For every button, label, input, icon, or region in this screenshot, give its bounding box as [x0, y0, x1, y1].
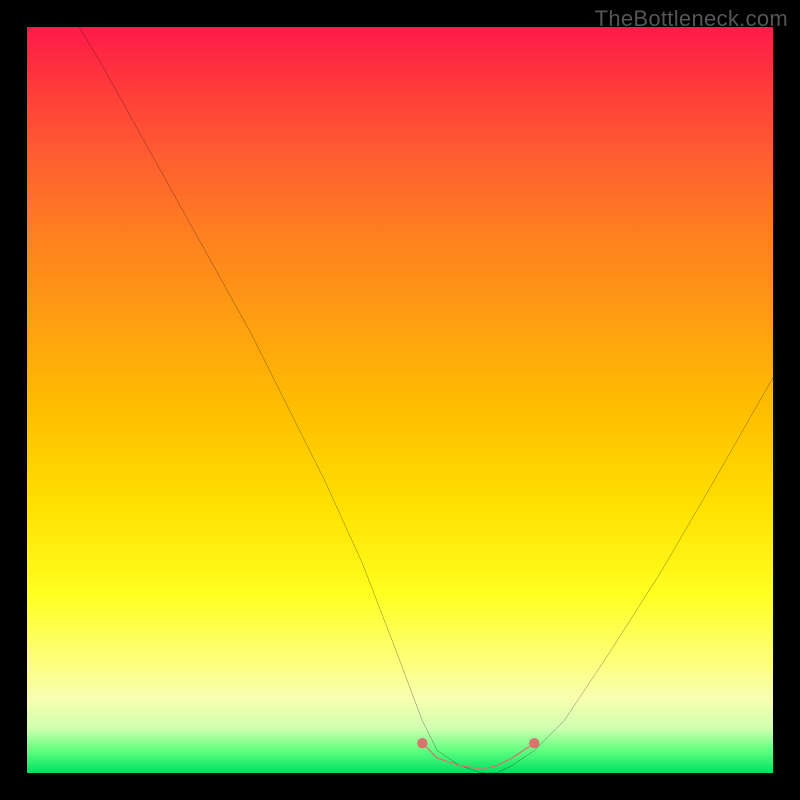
bottom-band	[422, 743, 534, 769]
chart-svg	[27, 27, 773, 773]
band-dot-left	[417, 738, 427, 748]
band-dot-right	[529, 738, 539, 748]
watermark-text: TheBottleneck.com	[595, 6, 788, 32]
chart-plot-area	[27, 27, 773, 773]
bottleneck-curve	[79, 27, 773, 773]
